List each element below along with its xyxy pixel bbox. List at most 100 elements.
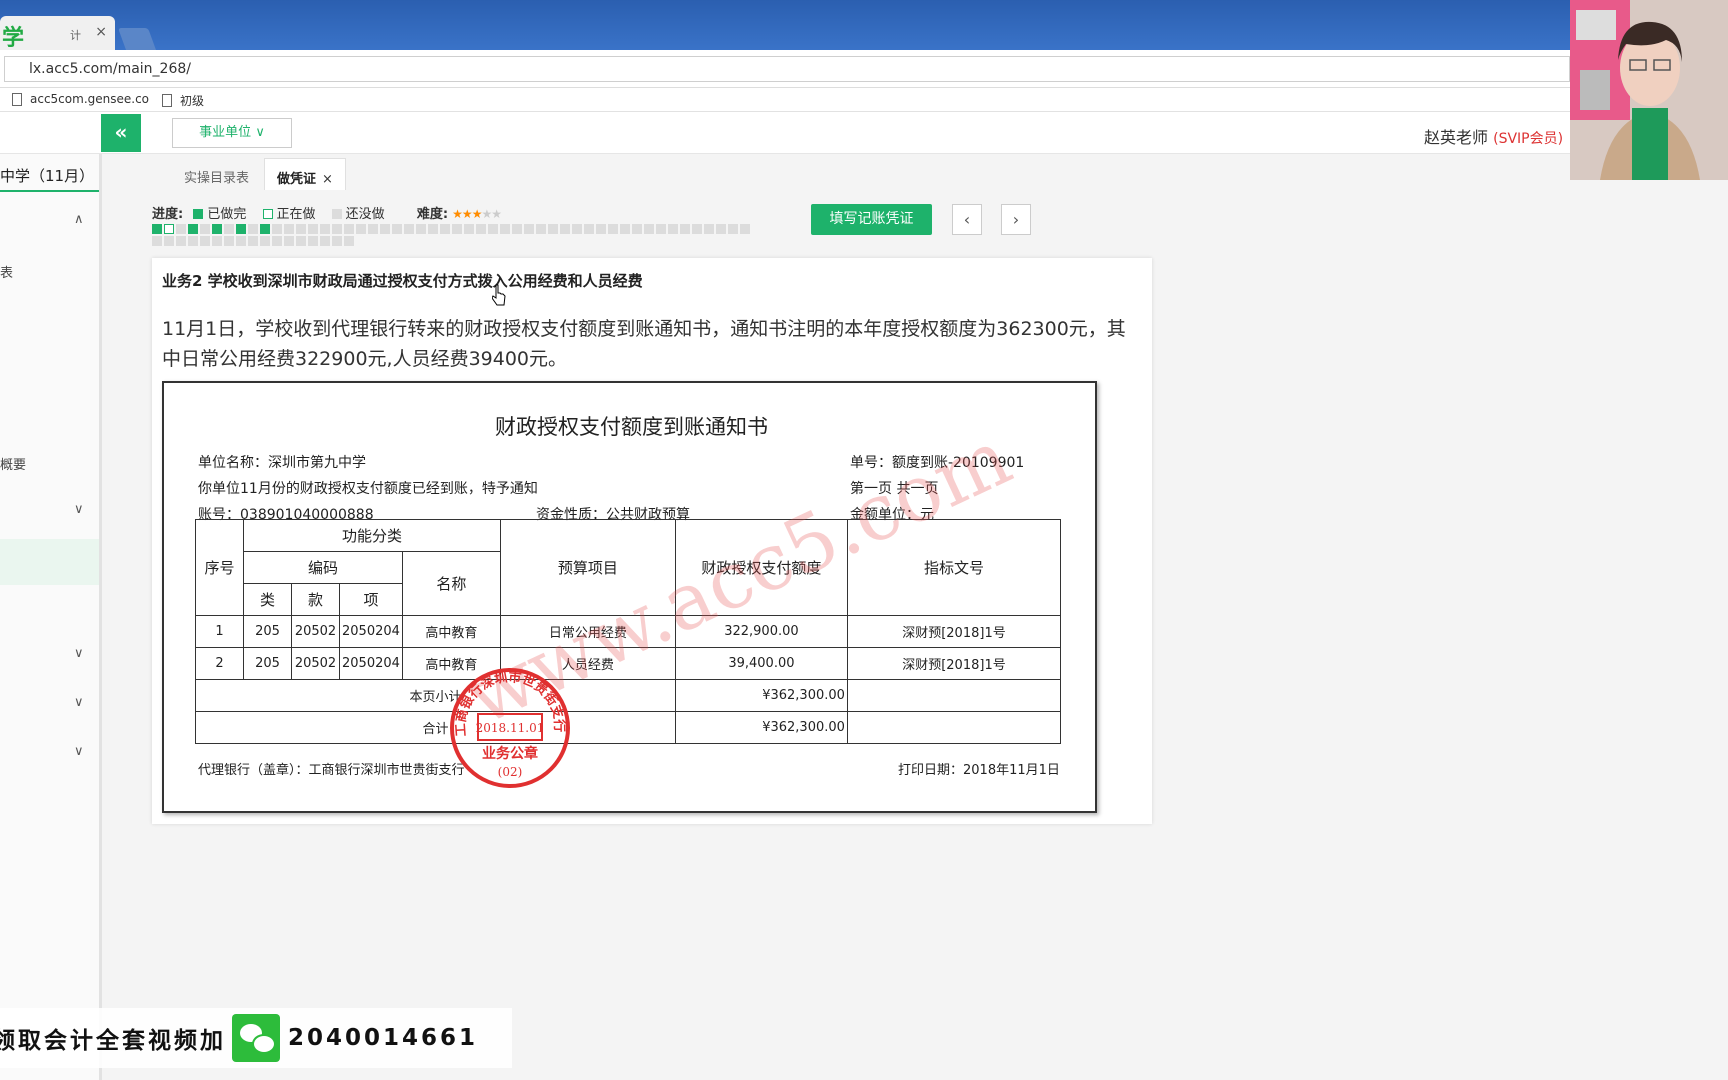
unit-type-select[interactable]: 事业单位 ∨ bbox=[172, 118, 292, 148]
progress-cell[interactable] bbox=[308, 224, 318, 234]
progress-cell[interactable] bbox=[344, 236, 354, 246]
tab-make-voucher[interactable]: 做凭证 × bbox=[264, 158, 346, 190]
progress-cell[interactable] bbox=[500, 224, 510, 234]
cell-seq: 1 bbox=[195, 615, 244, 648]
progress-cell[interactable] bbox=[632, 224, 642, 234]
collapse-sidebar-button[interactable]: « bbox=[101, 114, 141, 152]
subtotal-amount: ¥362,300.00 bbox=[674, 679, 848, 712]
bookmark-item[interactable]: acc5com.gensee.co bbox=[12, 92, 149, 106]
progress-cell[interactable] bbox=[656, 224, 666, 234]
progress-cell[interactable] bbox=[464, 224, 474, 234]
progress-cell[interactable] bbox=[440, 224, 450, 234]
progress-cell[interactable] bbox=[320, 236, 330, 246]
progress-cell[interactable] bbox=[428, 224, 438, 234]
progress-cell[interactable] bbox=[368, 224, 378, 234]
progress-cell[interactable] bbox=[164, 224, 174, 234]
progress-cell[interactable] bbox=[356, 224, 366, 234]
progress-cell[interactable] bbox=[188, 224, 198, 234]
progress-cell[interactable] bbox=[248, 236, 258, 246]
tab-practice-catalog[interactable]: 实操目录表 bbox=[172, 158, 261, 190]
progress-cell[interactable] bbox=[596, 224, 606, 234]
fill-voucher-button[interactable]: 填写记账凭证 bbox=[811, 204, 932, 235]
progress-cell[interactable] bbox=[332, 224, 342, 234]
chevron-down-icon[interactable]: ∨ bbox=[74, 502, 84, 517]
progress-cell[interactable] bbox=[644, 224, 654, 234]
progress-cell[interactable] bbox=[176, 236, 186, 246]
progress-cell[interactable] bbox=[716, 224, 726, 234]
progress-cell[interactable] bbox=[404, 224, 414, 234]
progress-cell[interactable] bbox=[284, 224, 294, 234]
progress-cell[interactable] bbox=[152, 236, 162, 246]
progress-cell[interactable] bbox=[272, 224, 282, 234]
progress-cell[interactable] bbox=[284, 236, 294, 246]
todo-legend-label: 还没做 bbox=[345, 207, 385, 222]
progress-cell[interactable] bbox=[260, 224, 270, 234]
progress-cell[interactable] bbox=[704, 224, 714, 234]
chevron-down-icon[interactable]: ∨ bbox=[74, 695, 84, 710]
notice-document: 财政授权支付额度到账通知书 单位名称：深圳市第九中学 单号：额度到账-20109… bbox=[162, 381, 1097, 813]
progress-cell[interactable] bbox=[308, 236, 318, 246]
progress-cell[interactable] bbox=[296, 224, 306, 234]
vip-badge: (SVIP会员) bbox=[1493, 131, 1564, 147]
progress-cell[interactable] bbox=[524, 224, 534, 234]
url-input[interactable]: lx.acc5.com/main_268/ bbox=[4, 56, 1570, 82]
progress-cell[interactable] bbox=[608, 224, 618, 234]
progress-cell[interactable] bbox=[728, 224, 738, 234]
sidebar-active-item[interactable] bbox=[0, 539, 99, 585]
sidebar-item[interactable]: 表 bbox=[0, 262, 13, 281]
cell-budget-item: 日常公用经费 bbox=[499, 615, 676, 648]
progress-cell[interactable] bbox=[152, 224, 162, 234]
progress-cell[interactable] bbox=[344, 224, 354, 234]
progress-cell[interactable] bbox=[692, 224, 702, 234]
progress-cell[interactable] bbox=[740, 224, 750, 234]
progress-cell[interactable] bbox=[296, 236, 306, 246]
progress-cell[interactable] bbox=[260, 236, 270, 246]
sidebar-item[interactable]: 概要 bbox=[0, 454, 26, 473]
progress-cell[interactable] bbox=[572, 224, 582, 234]
progress-cell[interactable] bbox=[452, 224, 462, 234]
progress-cell[interactable] bbox=[176, 224, 186, 234]
progress-cell[interactable] bbox=[476, 224, 486, 234]
progress-cell[interactable] bbox=[512, 224, 522, 234]
browser-tab[interactable]: 学 计 × bbox=[0, 16, 115, 51]
progress-cell[interactable] bbox=[332, 236, 342, 246]
progress-cell[interactable] bbox=[200, 224, 210, 234]
progress-cell[interactable] bbox=[380, 224, 390, 234]
progress-cell[interactable] bbox=[212, 224, 222, 234]
progress-cell[interactable] bbox=[200, 236, 210, 246]
progress-cell[interactable] bbox=[584, 224, 594, 234]
progress-cell[interactable] bbox=[560, 224, 570, 234]
next-button[interactable]: › bbox=[1001, 204, 1031, 235]
progress-cell[interactable] bbox=[488, 224, 498, 234]
progress-cell[interactable] bbox=[212, 236, 222, 246]
chevron-up-icon[interactable]: ∧ bbox=[74, 212, 84, 227]
progress-cell[interactable] bbox=[236, 236, 246, 246]
sidebar-title[interactable]: 中学（11月） bbox=[0, 156, 99, 192]
progress-cell[interactable] bbox=[416, 224, 426, 234]
progress-cell[interactable] bbox=[188, 236, 198, 246]
progress-cell[interactable] bbox=[224, 224, 234, 234]
prev-button[interactable]: ‹ bbox=[952, 204, 982, 235]
webcam-video bbox=[1570, 0, 1728, 180]
new-tab-button[interactable] bbox=[117, 28, 157, 50]
chevron-down-icon[interactable]: ∨ bbox=[74, 646, 84, 661]
progress-cell[interactable] bbox=[620, 224, 630, 234]
chevron-down-icon[interactable]: ∨ bbox=[74, 744, 84, 759]
progress-cell[interactable] bbox=[536, 224, 546, 234]
progress-cell[interactable] bbox=[236, 224, 246, 234]
progress-cell[interactable] bbox=[224, 236, 234, 246]
tab-label: 做凭证 bbox=[277, 172, 317, 187]
progress-cell[interactable] bbox=[248, 224, 258, 234]
progress-cell[interactable] bbox=[392, 224, 402, 234]
progress-cell[interactable] bbox=[272, 236, 282, 246]
bookmark-item[interactable]: 初级 bbox=[162, 92, 204, 109]
progress-cell[interactable] bbox=[668, 224, 678, 234]
progress-cell[interactable] bbox=[320, 224, 330, 234]
user-info[interactable]: 赵英老师 (SVIP会员) bbox=[1424, 124, 1563, 148]
progress-cell[interactable] bbox=[548, 224, 558, 234]
close-icon[interactable]: × bbox=[322, 172, 333, 187]
progress-cell[interactable] bbox=[164, 236, 174, 246]
progress-cell[interactable] bbox=[680, 224, 690, 234]
cell-xiang: 2050204 bbox=[339, 615, 403, 648]
tab-close-icon[interactable]: × bbox=[95, 24, 107, 40]
